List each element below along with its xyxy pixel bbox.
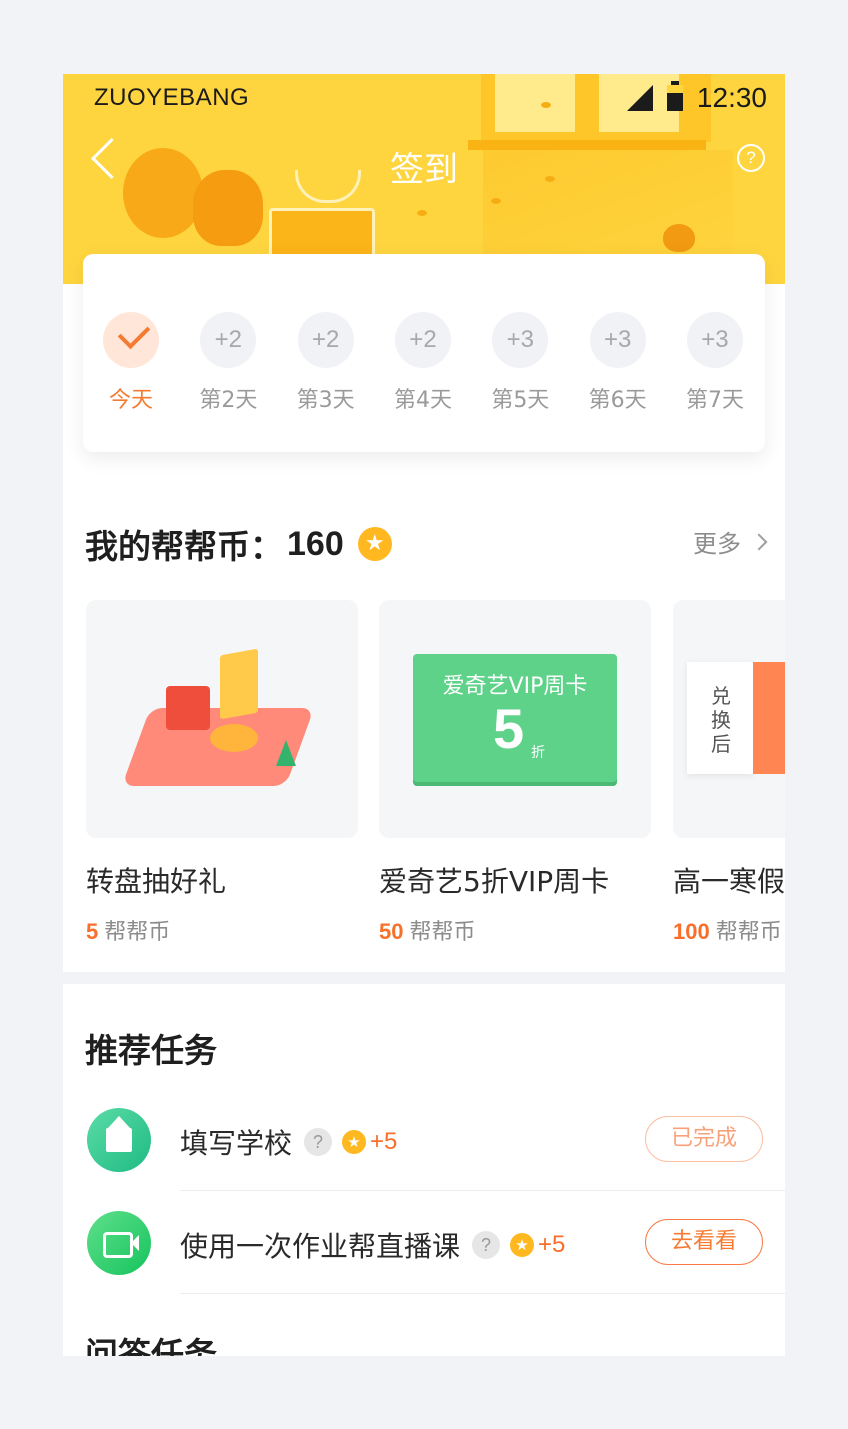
reward-name: 转盘抽好礼	[86, 865, 227, 898]
task-row: 使用一次作业帮直播课 ? ★ +5 去看看	[63, 1211, 785, 1313]
coins-heading: 我的帮帮币： 160 ★	[85, 520, 392, 568]
task-go-button[interactable]: 去看看	[645, 1219, 763, 1265]
signin-card: 今天 +2 第2天 +2 第3天 +2 第4天 +3 第5天 +3 第6天 +3…	[83, 254, 765, 452]
reward-name: 高一寒假	[673, 865, 785, 898]
chevron-right-icon	[750, 533, 768, 550]
signin-days: 今天 +2 第2天 +2 第3天 +2 第4天 +3 第5天 +3 第6天 +3…	[103, 312, 744, 414]
reward-image-iqiyi: 爱奇艺VIP周卡 5 折	[379, 600, 651, 838]
more-label: 更多	[693, 530, 741, 558]
signin-day-3[interactable]: +2 第3天	[296, 312, 355, 414]
day-label: 第7天	[685, 388, 744, 413]
task-name: 填写学校 ? ★ +5	[180, 1127, 398, 1160]
star-coin-icon: ★	[510, 1233, 535, 1257]
status-right: 12:30	[626, 81, 767, 114]
task-row: 填写学校 ? ★ +5 已完成	[63, 1108, 785, 1210]
task-completed-button[interactable]: 已完成	[645, 1116, 763, 1162]
more-link[interactable]: 更多	[693, 524, 768, 559]
battery-icon	[666, 81, 683, 111]
question-icon[interactable]: ?	[304, 1128, 333, 1156]
divider	[180, 1190, 785, 1191]
day-label: 第3天	[296, 388, 355, 413]
signin-day-today[interactable]: 今天	[103, 312, 159, 414]
qa-heading: 问答任务	[85, 1335, 217, 1356]
status-time: 12:30	[696, 82, 767, 113]
day-label: 第6天	[588, 388, 647, 413]
reward-name: 爱奇艺5折VIP周卡	[379, 865, 610, 898]
signin-day-4[interactable]: +2 第4天	[393, 312, 452, 414]
books-illustration	[269, 208, 375, 258]
day-circle: +2	[297, 312, 354, 368]
section-divider	[63, 972, 785, 984]
divider	[180, 1293, 785, 1294]
day-circle: +3	[686, 312, 743, 368]
video-icon	[87, 1211, 151, 1275]
day-label: 第5天	[491, 388, 550, 413]
day-label: 今天	[108, 388, 153, 413]
check-icon	[117, 316, 151, 350]
day-circle: +3	[492, 312, 549, 368]
reward-price: 50 帮帮币	[379, 919, 476, 945]
reward-price: 100 帮帮币	[673, 919, 782, 945]
reward-image-lottery	[86, 600, 358, 838]
day-circle	[103, 312, 159, 368]
task-reward: +5	[370, 1128, 398, 1155]
star-coin-icon: ★	[342, 1130, 367, 1154]
signin-day-7[interactable]: +3 第7天	[685, 312, 744, 414]
day-circle: +3	[589, 312, 646, 368]
reward-item[interactable]: 转盘抽好礼 5 帮帮币	[86, 600, 358, 946]
signal-icon	[626, 85, 653, 111]
signin-day-2[interactable]: +2 第2天	[199, 312, 258, 414]
header-banner: ZUOYEBANG 12:30 签到 ?	[63, 74, 785, 284]
signin-day-6[interactable]: +3 第6天	[588, 312, 647, 414]
reward-image-coupon: 兑换后	[673, 600, 785, 838]
rewards-carousel[interactable]: 转盘抽好礼 5 帮帮币 爱奇艺VIP周卡 5 折 爱奇艺5折VIP周卡 50 帮帮币	[63, 600, 785, 950]
school-icon	[87, 1108, 151, 1172]
page-title: 签到	[390, 150, 458, 190]
gift-box-icon	[166, 686, 210, 730]
iqiyi-card: 爱奇艺VIP周卡 5 折	[413, 654, 617, 782]
reward-item[interactable]: 兑换后 高一寒假 100 帮帮币	[673, 600, 785, 946]
signin-day-5[interactable]: +3 第5天	[491, 312, 550, 414]
task-reward: +5	[538, 1231, 566, 1258]
day-circle: +2	[200, 312, 257, 368]
app-screen: ZUOYEBANG 12:30 签到 ? 今天 +2 第2天 +2 第3天 +2…	[63, 74, 785, 1356]
star-coin-icon: ★	[357, 527, 392, 561]
coins-amount: 160	[287, 524, 344, 563]
coins-label: 我的帮帮币：	[85, 527, 283, 566]
help-icon[interactable]: ?	[737, 144, 765, 172]
reward-item[interactable]: 爱奇艺VIP周卡 5 折 爱奇艺5折VIP周卡 50 帮帮币	[379, 600, 651, 946]
day-label: 第4天	[393, 388, 452, 413]
day-circle: +2	[394, 312, 451, 368]
day-label: 第2天	[199, 388, 258, 413]
acorn-illustration	[663, 224, 695, 252]
status-carrier: ZUOYEBANG	[94, 84, 250, 111]
task-name: 使用一次作业帮直播课 ? ★ +5	[180, 1230, 566, 1263]
reward-price: 5 帮帮币	[86, 919, 171, 945]
question-icon[interactable]: ?	[472, 1231, 501, 1259]
tasks-heading: 推荐任务	[85, 1031, 217, 1070]
